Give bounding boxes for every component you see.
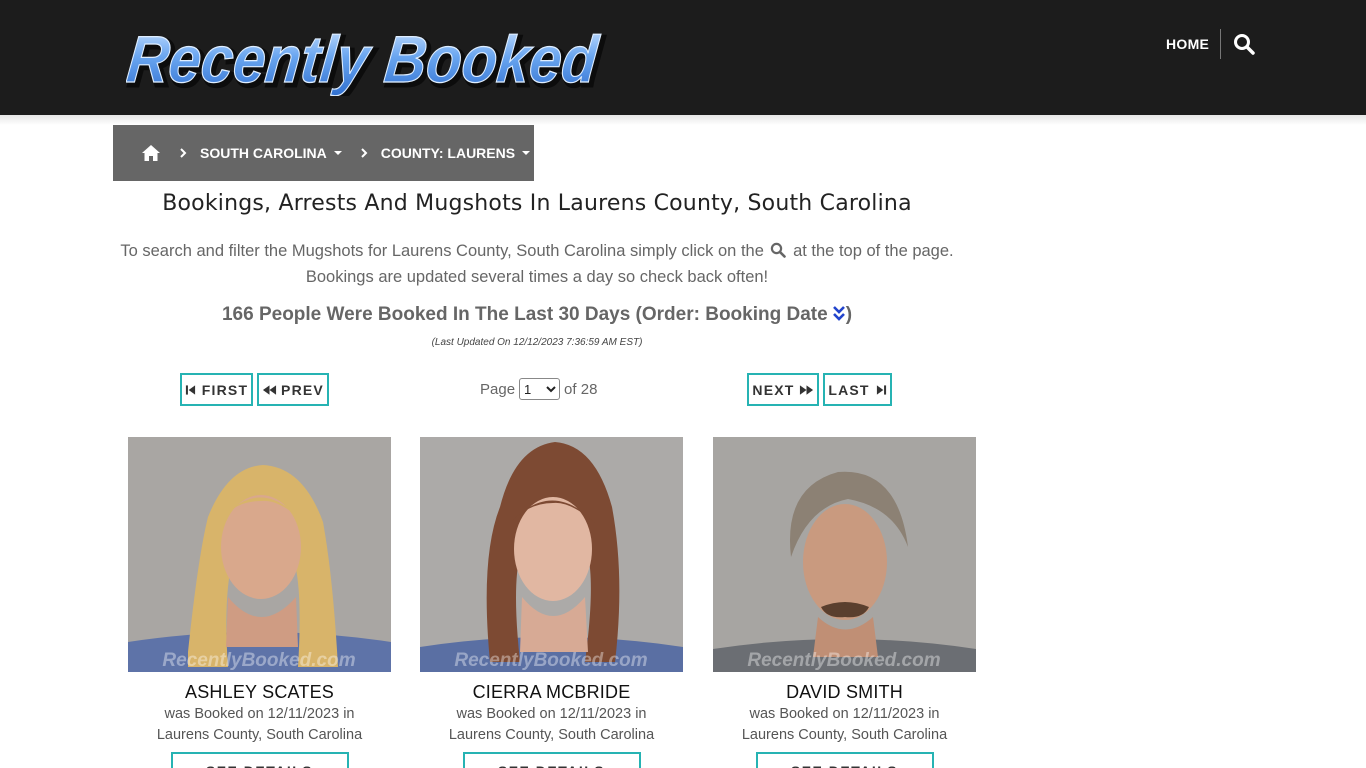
home-icon[interactable] xyxy=(141,144,161,162)
prev-page-label: PREV xyxy=(281,381,324,398)
booking-card: RecentlyBooked.com DAVID SMITH was Booke… xyxy=(713,437,976,768)
chevron-right-icon xyxy=(360,147,368,159)
next-page-button[interactable]: NEXT xyxy=(747,373,819,406)
backward-icon xyxy=(262,384,277,395)
breadcrumb-county-dropdown[interactable]: COUNTY: LAURENS xyxy=(380,145,531,161)
booking-location: Laurens County, South Carolina xyxy=(448,727,655,743)
page-total-label: of 28 xyxy=(564,380,598,398)
double-chevron-down-icon[interactable] xyxy=(832,305,846,322)
mugshot-image[interactable]: RecentlyBooked.com xyxy=(713,437,976,672)
logo-text: Recently Booked xyxy=(126,23,603,96)
step-backward-icon xyxy=(185,384,195,395)
breadcrumb-state-label: SOUTH CAROLINA xyxy=(200,145,327,161)
booking-card: RecentlyBooked.com CIERRA MCBRIDE was Bo… xyxy=(420,437,683,768)
watermark-text: RecentlyBooked.com xyxy=(454,650,647,671)
last-page-button[interactable]: LAST xyxy=(823,373,892,406)
page-title: Bookings, Arrests And Mugshots In Lauren… xyxy=(162,191,912,216)
watermark-text: RecentlyBooked.com xyxy=(747,650,940,671)
step-forward-icon xyxy=(876,384,886,395)
booking-count: 166 People Were Booked In The Last 30 Da… xyxy=(113,304,961,326)
forward-icon xyxy=(799,384,813,395)
booking-count-close: ) xyxy=(845,304,853,325)
breadcrumb-state-dropdown[interactable]: SOUTH CAROLINA xyxy=(200,145,342,161)
header-shadow xyxy=(0,115,1366,125)
last-page-label: LAST xyxy=(828,381,870,398)
booking-date-line: was Booked on 12/11/2023 in xyxy=(456,706,647,722)
booking-name[interactable]: DAVID SMITH xyxy=(713,682,976,703)
breadcrumb: SOUTH CAROLINA COUNTY: LAURENS xyxy=(113,125,534,181)
prev-page-button[interactable]: PREV xyxy=(257,373,329,406)
booking-name[interactable]: ASHLEY SCATES xyxy=(128,682,391,703)
intro-text-part2: at the top of the page. xyxy=(793,242,954,260)
search-icon xyxy=(770,240,787,258)
mugshot-image[interactable]: RecentlyBooked.com xyxy=(420,437,683,672)
last-updated: (Last Updated On 12/12/2023 7:36:59 AM E… xyxy=(431,337,643,348)
breadcrumb-county-label: COUNTY: LAURENS xyxy=(380,145,516,161)
see-details-button[interactable]: SEE DETAILS xyxy=(755,752,934,768)
page-label: Page xyxy=(480,380,516,398)
booking-name[interactable]: CIERRA MCBRIDE xyxy=(420,682,683,703)
booking-date-line: was Booked on 12/11/2023 in xyxy=(164,706,355,722)
booking-location: Laurens County, South Carolina xyxy=(156,727,363,743)
booking-card: RecentlyBooked.com ASHLEY SCATES was Boo… xyxy=(128,437,391,768)
next-page-label: NEXT xyxy=(752,381,795,398)
caret-down-icon xyxy=(522,151,531,155)
first-page-button[interactable]: FIRST xyxy=(180,373,253,406)
intro-text-line2: Bookings are updated several times a day… xyxy=(305,268,769,286)
booking-date-line: was Booked on 12/11/2023 in xyxy=(749,706,940,722)
booking-location: Laurens County, South Carolina xyxy=(741,727,948,743)
site-logo[interactable]: Recently Booked Recently Booked xyxy=(126,16,616,96)
mugshot-image[interactable]: RecentlyBooked.com xyxy=(128,437,391,672)
search-icon[interactable] xyxy=(1233,33,1255,55)
nav-home-link[interactable]: HOME xyxy=(1166,36,1209,52)
page-select[interactable]: 1 xyxy=(519,378,561,400)
watermark-text: RecentlyBooked.com xyxy=(162,650,355,671)
site-header: Recently Booked Recently Booked HOME xyxy=(0,0,1366,115)
nav-divider xyxy=(1220,29,1221,59)
intro-text-part1: To search and filter the Mugshots for La… xyxy=(120,242,764,260)
booking-count-text: 166 People Were Booked In The Last 30 Da… xyxy=(221,304,828,325)
see-details-button[interactable]: SEE DETAILS xyxy=(462,752,641,768)
page-selector: Page 1 of 28 xyxy=(480,377,597,401)
see-details-button[interactable]: SEE DETAILS xyxy=(170,752,349,768)
caret-down-icon xyxy=(333,151,342,155)
first-page-label: FIRST xyxy=(201,381,249,398)
chevron-right-icon xyxy=(179,147,187,159)
intro-text: To search and filter the Mugshots for La… xyxy=(100,238,974,290)
